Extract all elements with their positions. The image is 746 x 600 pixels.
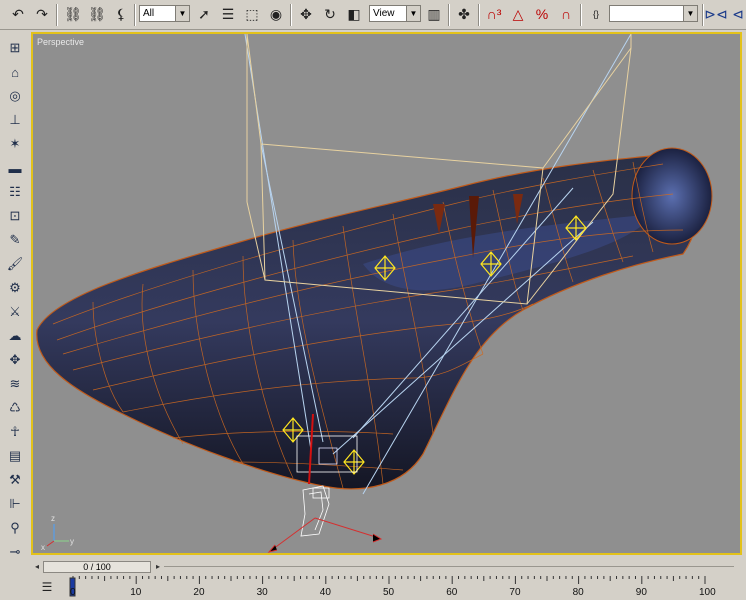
- bone-icon[interactable]: ⚔: [5, 302, 25, 322]
- chevron-down-icon: ▼: [406, 6, 420, 21]
- helpers-icon[interactable]: ♺: [5, 398, 25, 418]
- left-toolbar: ⊞ ⌂ ◎ ⊥ ✶ ▬ ☷ ⊡ ✎ 🖌 ⚙ ⚔ ☁ ✥ ≋ ♺ ☥ ▤ ⚒ ⊩ …: [0, 30, 30, 583]
- coord-system-value: View: [373, 8, 395, 19]
- ruler-tick-label: 40: [320, 587, 332, 598]
- time-slider-bar: ◂ 0 / 100 ▸: [0, 556, 746, 576]
- ruler-tick-label: 50: [383, 587, 395, 598]
- unlink-icon[interactable]: ⛓: [87, 4, 107, 24]
- spinner-snap-icon[interactable]: ∩: [556, 4, 576, 24]
- redo-icon[interactable]: ↷: [32, 4, 52, 24]
- angle-snap-icon[interactable]: △: [508, 4, 528, 24]
- pivot-icon[interactable]: ▥: [424, 4, 444, 24]
- ruler-tick-label: 10: [130, 587, 142, 598]
- camera-icon[interactable]: ✥: [5, 350, 25, 370]
- track-bar[interactable]: ☰ 0 10 20 30 40 50 60 70 80 90 100: [0, 576, 746, 600]
- perspective-viewport[interactable]: Perspective z y x: [31, 32, 742, 555]
- paint-icon[interactable]: 🖌: [5, 254, 25, 274]
- ruler-tick-label: 60: [446, 587, 458, 598]
- ruler-tick-label: 90: [636, 587, 648, 598]
- sphere-icon[interactable]: ⊡: [5, 206, 25, 226]
- coord-system-dropdown[interactable]: View ▼: [369, 5, 421, 22]
- rect-selection-icon[interactable]: ⬚: [242, 4, 262, 24]
- modify-icon[interactable]: ⌂: [5, 62, 25, 82]
- svg-text:y: y: [70, 537, 74, 546]
- box-icon[interactable]: ☷: [5, 182, 25, 202]
- cylinder-icon[interactable]: ▤: [5, 446, 25, 466]
- display-icon[interactable]: ✶: [5, 134, 25, 154]
- align-icon[interactable]: ⊲: [728, 4, 746, 24]
- chevron-down-icon: ▼: [175, 6, 189, 21]
- select-by-name-icon[interactable]: ☰: [218, 4, 238, 24]
- ruler-tick-label: 20: [193, 587, 205, 598]
- create-icon[interactable]: ⊞: [5, 38, 25, 58]
- mesh-object[interactable]: [36, 153, 701, 490]
- undo-icon[interactable]: ↶: [8, 4, 28, 24]
- percent-snap-icon[interactable]: %: [532, 4, 552, 24]
- selection-filter-value: All: [143, 8, 155, 19]
- mirror-icon[interactable]: ⊳⊲: [704, 4, 727, 24]
- bar-icon[interactable]: ⊩: [5, 494, 25, 514]
- motion-icon[interactable]: ⊥: [5, 110, 25, 130]
- ruler-tick-label: 70: [509, 587, 521, 598]
- frame-ruler: 0 10 20 30 40 50 60 70 80 90 100: [69, 576, 716, 598]
- edit-named-selection-icon[interactable]: {}: [586, 4, 606, 24]
- rotate-icon[interactable]: ↻: [320, 4, 340, 24]
- chevron-right-icon[interactable]: ▸: [153, 561, 163, 573]
- selection-filter-dropdown[interactable]: All ▼: [139, 5, 190, 22]
- select-object-icon[interactable]: ➚: [194, 4, 214, 24]
- time-slider-value: 0 / 100: [83, 562, 111, 572]
- tube-opening: [631, 147, 713, 245]
- ruler-tick-label: 100: [699, 587, 716, 598]
- ruler-tick-label: 30: [257, 587, 269, 598]
- window-crossing-icon[interactable]: ◉: [266, 4, 286, 24]
- snap-3-icon[interactable]: ∩³: [484, 4, 504, 24]
- chevron-left-icon[interactable]: ◂: [32, 561, 42, 573]
- ruler-tick-label: 0: [70, 587, 76, 598]
- clamp-icon[interactable]: ⚲: [5, 518, 25, 538]
- spacewarp-icon[interactable]: ≋: [5, 374, 25, 394]
- chevron-down-icon: ▼: [683, 6, 697, 21]
- select-link-icon[interactable]: ⛓: [63, 4, 83, 24]
- named-selection-dropdown[interactable]: ▼: [609, 5, 698, 22]
- ruler-tick-label: 80: [573, 587, 585, 598]
- scale-icon[interactable]: ◧: [344, 4, 364, 24]
- bind-spacewarp-icon[interactable]: ⚸: [111, 4, 131, 24]
- time-slider[interactable]: 0 / 100: [43, 561, 151, 573]
- world-axis-tripod: z y x: [41, 514, 74, 552]
- svg-text:z: z: [51, 514, 55, 523]
- pencil-icon[interactable]: ✎: [5, 230, 25, 250]
- transform-gizmo[interactable]: [267, 517, 383, 553]
- svg-text:x: x: [41, 543, 45, 552]
- main-toolbar: ↶ ↷ ⛓ ⛓ ⚸ All ▼ ➚ ☰ ⬚ ◉ ✥ ↻ ◧ View ▼ ▥ ✤…: [0, 0, 746, 30]
- figure-icon[interactable]: ☥: [5, 422, 25, 442]
- hierarchy-icon[interactable]: ◎: [5, 86, 25, 106]
- scene-canvas: z y x: [36, 34, 713, 553]
- utilities-icon[interactable]: ▬: [5, 158, 25, 178]
- gear-icon[interactable]: ⚙: [5, 278, 25, 298]
- select-manipulate-icon[interactable]: ✤: [454, 4, 474, 24]
- light-icon[interactable]: ☁: [5, 326, 25, 346]
- move-icon[interactable]: ✥: [296, 4, 316, 24]
- wrench-icon[interactable]: ⚒: [5, 470, 25, 490]
